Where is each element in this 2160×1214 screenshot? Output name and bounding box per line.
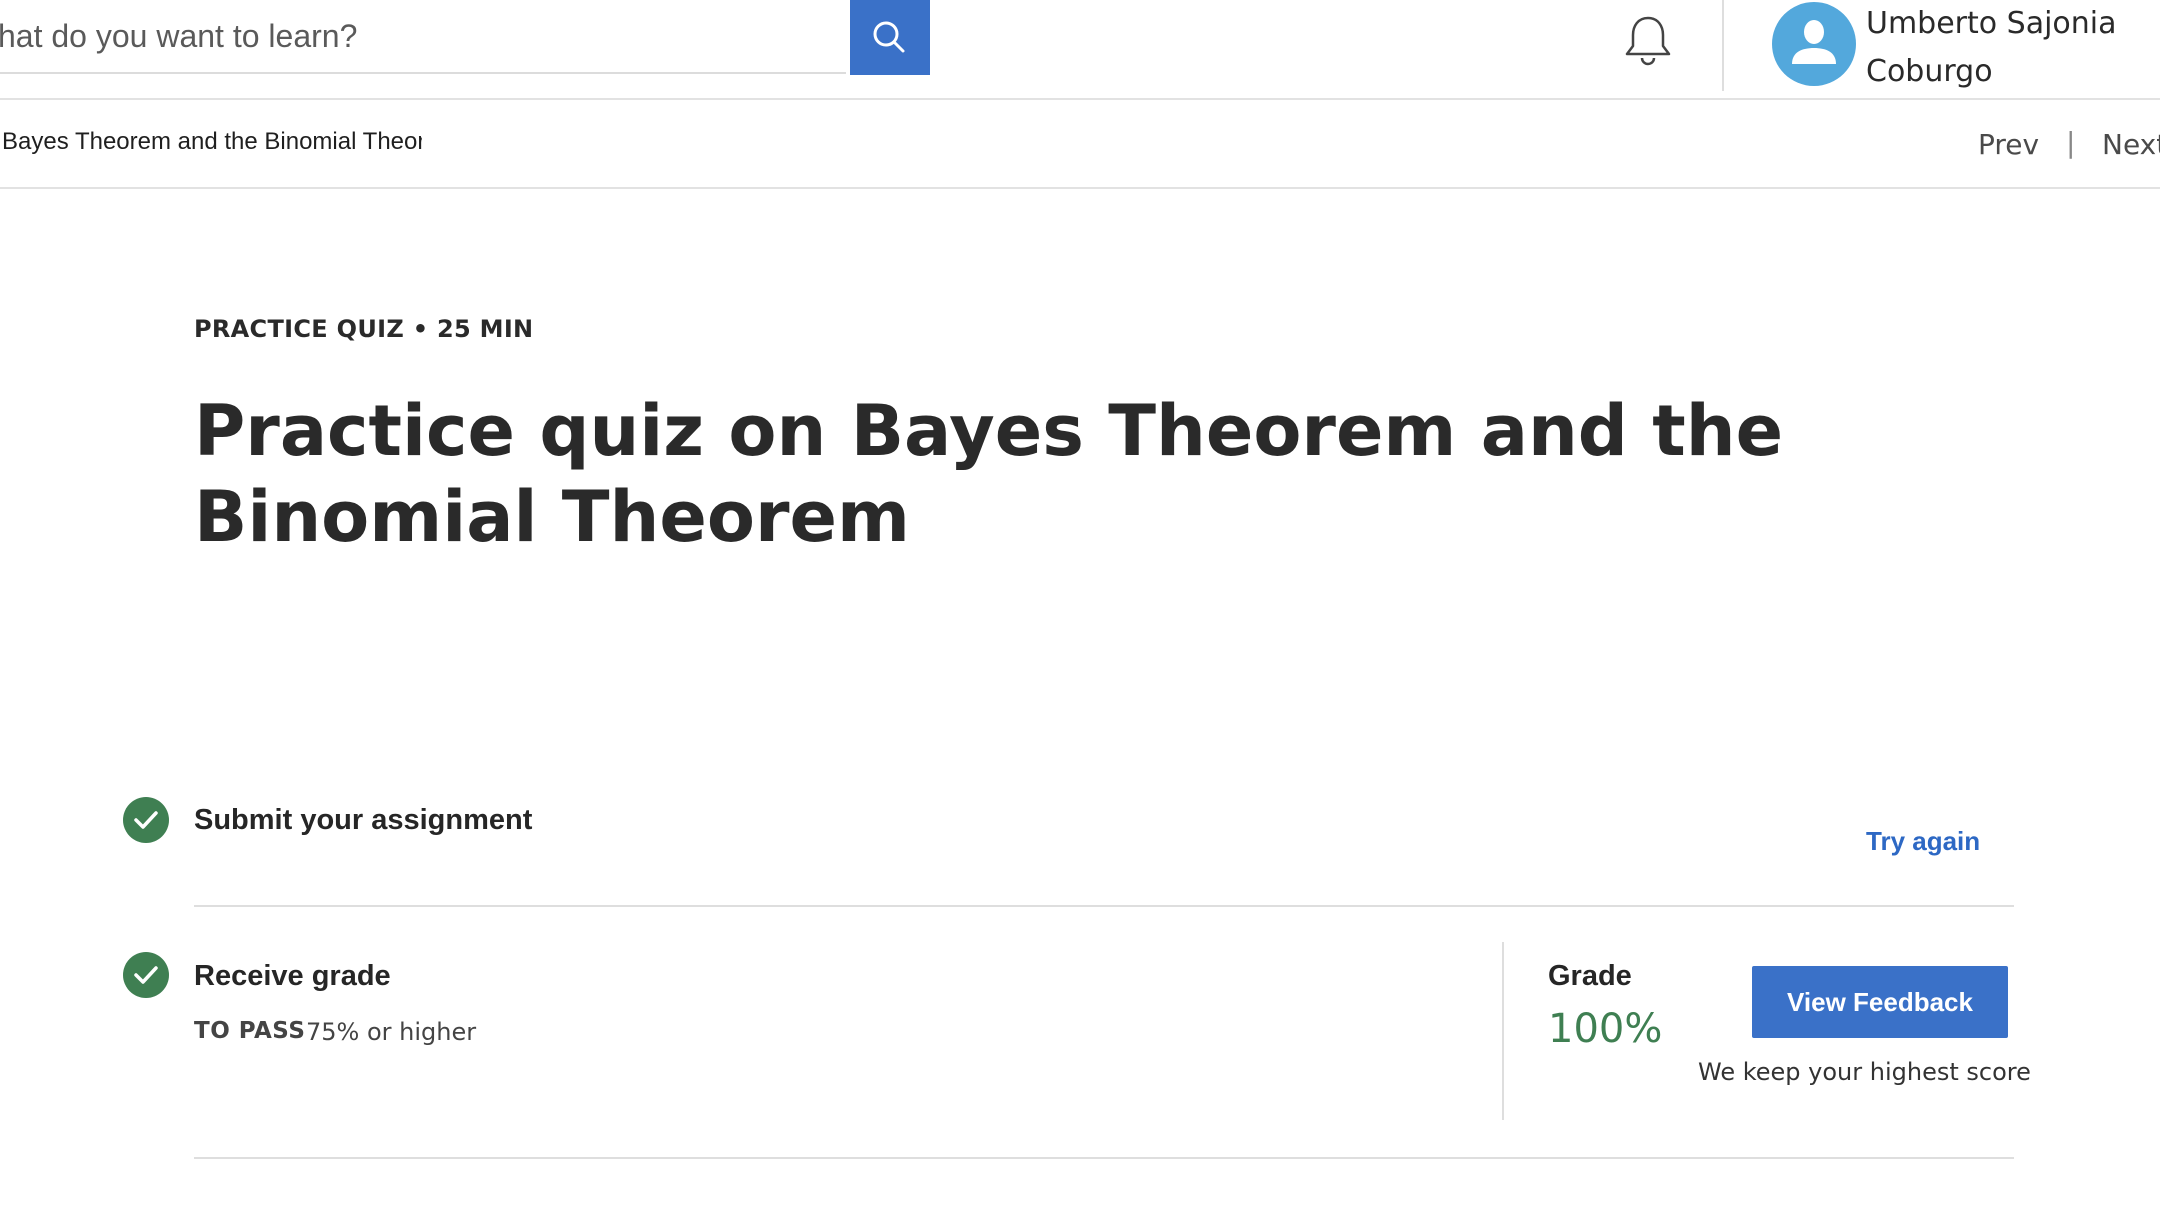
grade-value: 100% (1548, 1006, 1663, 1052)
view-feedback-button[interactable]: View Feedback (1752, 966, 2008, 1038)
receive-grade-label: Receive grade (194, 960, 391, 992)
search-input[interactable] (0, 0, 846, 74)
try-again-link[interactable]: Try again (1866, 826, 1980, 857)
search-icon (873, 21, 905, 53)
user-name[interactable]: Umberto Sajonia Coburgo (1866, 0, 2156, 96)
to-pass-label: TO PASS (194, 1018, 306, 1044)
notifications-button[interactable] (1620, 12, 1676, 72)
prev-button[interactable]: Prev (1978, 128, 2039, 161)
receive-status (123, 952, 169, 998)
page-title: Practice quiz on Bayes Theorem and the B… (194, 390, 1784, 558)
bell-icon (1625, 16, 1671, 66)
submit-assignment-label: Submit your assignment (194, 804, 533, 836)
header-divider (1722, 0, 1724, 91)
user-name-line2: Coburgo (1866, 54, 1993, 89)
user-avatar-icon (1792, 20, 1836, 64)
breadcrumb[interactable]: Bayes Theorem and the Binomial Theor (2, 128, 422, 156)
grade-label: Grade (1548, 960, 1632, 992)
user-name-line1: Umberto Sajonia (1866, 6, 2117, 41)
divider (194, 1157, 2014, 1159)
user-avatar[interactable] (1772, 2, 1856, 86)
check-circle-icon (134, 811, 158, 829)
divider (194, 905, 2014, 907)
to-pass-value: 75% or higher (306, 1018, 477, 1046)
quiz-meta: PRACTICE QUIZ • 25 MIN (194, 315, 534, 343)
highest-score-note: We keep your highest score (1698, 1058, 2031, 1086)
grade-divider (1502, 942, 1504, 1120)
check-circle-icon (134, 966, 158, 984)
nav-separator: | (2066, 126, 2076, 159)
search-button[interactable] (850, 0, 930, 75)
next-button[interactable]: Next (2102, 128, 2160, 161)
submit-status (123, 797, 169, 843)
